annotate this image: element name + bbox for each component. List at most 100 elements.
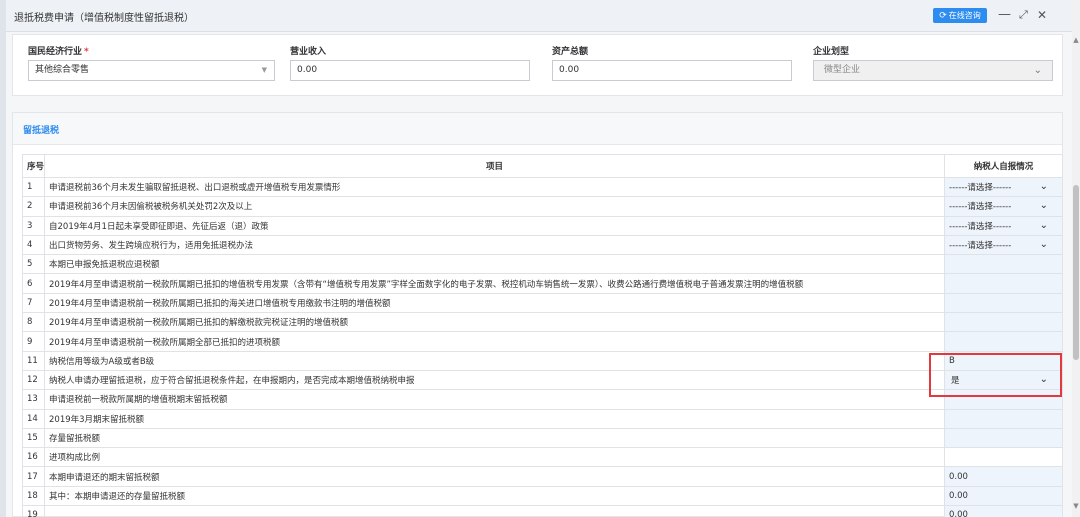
row-item: 存量留抵税额 [44,427,945,449]
dialog-title: 退抵税费申请（增值税制度性留抵退税） [14,13,194,24]
row-item: 其中：本期申请退还的存量留抵税额 [44,485,945,507]
row-item [44,505,945,517]
row-index: 5 [22,254,45,275]
section-header: 留抵退税 [13,113,1062,145]
header-value: 纳税人自报情况 [944,154,1063,178]
row-item: 2019年4月至申请退税前一税款所属期已抵扣的解缴税款完税证注明的增值税额 [44,312,945,333]
row-index: 13 [22,389,45,410]
row-value[interactable]: B [944,350,1063,371]
table-row: 1 申请退税前36个月未发生骗取留抵退税、出口退税或虚开增值税专用发票情形 ----… [22,176,1063,198]
row-index: 2 [22,196,45,217]
table-row: 15 存量留抵税额 [22,427,1063,449]
table-row: 8 2019年4月至申请退税前一税款所属期已抵扣的解缴税款完税证注明的增值税额 [22,312,1063,333]
table-row: 4 出口货物劳务、发生跨境应税行为，适用免抵退税办法 ------请选择------… [22,234,1063,256]
table-row: 5 本期已申报免抵退税应退税额 [22,254,1063,275]
row-value[interactable] [944,331,1063,352]
assets-label: 资产总额 [552,47,589,57]
row-item: 本期申请退还的期末留抵税额 [44,466,945,487]
minimize-icon[interactable]: — [998,6,1011,24]
row-value-select[interactable]: ------请选择------ ⌄ [944,215,1063,236]
row-index: 15 [22,427,45,449]
table-row: 18 其中：本期申请退还的存量留抵税额 0.00 [22,485,1063,507]
table-row: 2 申请退税前36个月未因偷税被税务机关处罚2次及以上 ------请选择-----… [22,196,1063,217]
row-value[interactable] [944,312,1063,333]
row-value[interactable] [944,254,1063,275]
table-row: 19 0.00 [22,505,1063,517]
row-index: 3 [22,215,45,236]
row-value[interactable] [944,292,1063,314]
row-value[interactable] [944,408,1063,429]
title-bar: 退抵税费申请（增值税制度性留抵退税） ⟳ 在线咨询 — ⤢ ✕ [6,0,1072,32]
chevron-down-icon: ⌄ [1033,65,1042,76]
row-index: 4 [22,234,45,256]
table-row: 12 纳税人申请办理留抵退税，应于符合留抵退税条件起，在申报期内，是否完成本期增值… [22,369,1063,391]
table-row: 6 2019年4月至申请退税前一税款所属期已抵扣的增值税专用发票（含带有“增值税专… [22,273,1063,294]
row-value[interactable]: 0.00 [944,485,1063,507]
vertical-scrollbar[interactable]: ▲ ▼ [1072,0,1080,517]
refund-section-card: 留抵退税 序号 项目 纳税人自报情况 1 申请退税前36个月未发生骗取留抵退税、出… [12,112,1063,517]
online-consult-button[interactable]: ⟳ 在线咨询 [933,8,987,23]
chevron-down-icon: ⌄ [1039,238,1048,250]
company-type-label: 企业划型 [813,47,850,57]
close-icon[interactable]: ✕ [1037,6,1047,24]
revenue-input[interactable]: 0.00 [290,60,530,81]
assets-input[interactable]: 0.00 [552,60,792,81]
row-index: 12 [22,369,45,391]
caret-down-icon: ▼ [261,66,267,74]
table-row: 11 纳税信用等级为A级或者B级 B [22,350,1063,371]
row-index: 18 [22,485,45,507]
row-index: 6 [22,273,45,294]
industry-select[interactable]: 其他综合零售 ▼ [28,60,275,81]
row-value-select[interactable]: ------请选择------ ⌄ [944,234,1063,256]
revenue-label: 营业收入 [290,47,327,57]
scroll-up-icon[interactable]: ▲ [1072,36,1080,44]
chevron-down-icon: ⌄ [1039,373,1048,385]
row-item: 纳税人申请办理留抵退税，应于符合留抵退税条件起，在申报期内，是否完成本期增值税纳… [44,369,945,391]
row-index: 1 [22,176,45,198]
row-value[interactable] [944,447,1063,468]
row-index: 11 [22,350,45,371]
chevron-down-icon: ⌄ [1039,181,1048,192]
header-item: 项目 [44,154,945,178]
chevron-down-icon: ⌄ [1039,219,1048,231]
refresh-icon: ⟳ [939,10,947,21]
row-item: 出口货物劳务、发生跨境应税行为，适用免抵退税办法 [44,234,945,256]
refund-table: 序号 项目 纳税人自报情况 1 申请退税前36个月未发生骗取留抵退税、出口退税或虚… [22,154,1063,517]
basic-info-card: 国民经济行业 * 其他综合零售 ▼ 营业收入 0.00 资产总额 0.00 企业划… [12,34,1063,96]
row-index: 17 [22,466,45,487]
row-item: 申请退税前36个月未因偷税被税务机关处罚2次及以上 [44,196,945,217]
header-index: 序号 [22,154,45,178]
table-row: 14 2019年3月期末留抵税额 [22,408,1063,429]
restore-icon[interactable]: ⤢ [1019,6,1028,24]
scroll-down-icon[interactable]: ▼ [1072,502,1080,510]
table-row: 7 2019年4月至申请退税前一税款所属期已抵扣的海关进口增值税专用缴款书注明的增… [22,292,1063,314]
row-value-select[interactable]: ------请选择------ ⌄ [944,176,1063,198]
row-index: 7 [22,292,45,314]
row-item: 纳税信用等级为A级或者B级 [44,350,945,371]
row-index: 14 [22,408,45,429]
chevron-down-icon: ⌄ [1039,200,1048,212]
industry-label: 国民经济行业 * [28,47,89,57]
row-index: 8 [22,312,45,333]
scroll-thumb[interactable] [1073,185,1079,360]
row-item: 2019年3月期末留抵税额 [44,408,945,429]
tax-refund-dialog: 退抵税费申请（增值税制度性留抵退税） ⟳ 在线咨询 — ⤢ ✕ 国民经济行业 * … [6,0,1072,517]
row-index: 16 [22,447,45,468]
row-value[interactable]: 0.00 [944,505,1063,517]
table-row: 16 进项构成比例 [22,447,1063,468]
row-value[interactable] [944,389,1063,410]
row-value[interactable] [944,427,1063,449]
row-value-select[interactable]: 是 ⌄ [944,369,1063,391]
online-consult-label: 在线咨询 [948,11,981,20]
row-value-select[interactable]: ------请选择------ ⌄ [944,196,1063,217]
table-row: 17 本期申请退还的期末留抵税额 0.00 [22,466,1063,487]
table-row: 9 2019年4月至申请退税前一税款所属期全部已抵扣的进项税额 [22,331,1063,352]
required-star-icon: * [84,47,89,57]
row-item: 申请退税前36个月未发生骗取留抵退税、出口退税或虚开增值税专用发票情形 [44,176,945,198]
row-item: 自2019年4月1日起未享受即征即退、先征后返（退）政策 [44,215,945,236]
row-value[interactable] [944,273,1063,294]
row-value[interactable]: 0.00 [944,466,1063,487]
table-row: 3 自2019年4月1日起未享受即征即退、先征后返（退）政策 ------请选择--… [22,215,1063,236]
company-type-select: 微型企业 ⌄ [813,60,1053,81]
row-item: 本期已申报免抵退税应退税额 [44,254,945,275]
